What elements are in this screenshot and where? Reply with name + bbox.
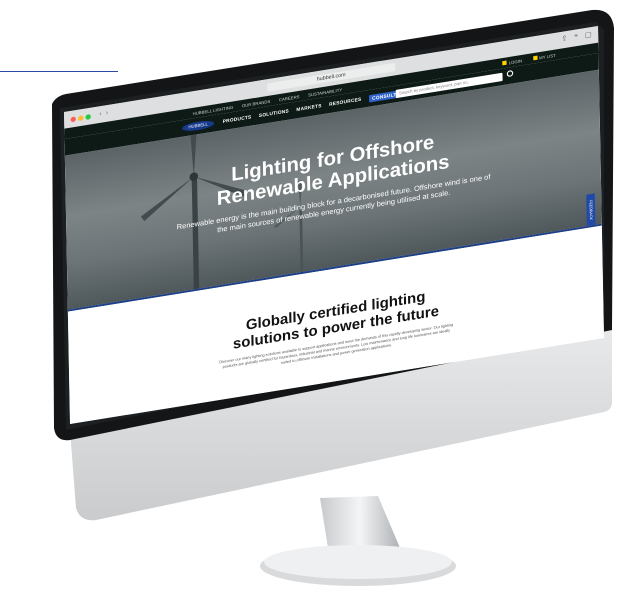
chevron-right-icon[interactable]: › bbox=[106, 110, 108, 117]
maximize-window-button[interactable] bbox=[85, 113, 91, 120]
tabs-overview-icon[interactable]: ▢ bbox=[585, 30, 592, 39]
nav-solutions[interactable]: SOLUTIONS bbox=[259, 108, 289, 120]
nav-products[interactable]: PRODUCTS bbox=[223, 114, 252, 126]
login-link[interactable]: LOGIN bbox=[502, 58, 522, 66]
my-list-label: MY LIST bbox=[539, 52, 556, 60]
logo-text: HUBBELL bbox=[188, 121, 208, 130]
window-controls bbox=[70, 113, 91, 122]
feedback-tab[interactable]: FEEDBACK bbox=[586, 193, 596, 227]
list-icon bbox=[532, 56, 538, 61]
chevron-left-icon[interactable]: ‹ bbox=[99, 111, 101, 118]
user-icon bbox=[502, 60, 507, 66]
new-tab-icon[interactable]: + bbox=[574, 32, 579, 41]
share-icon[interactable]: ⇪ bbox=[561, 34, 567, 43]
nav-resources[interactable]: RESOURCES bbox=[329, 96, 362, 108]
site-logo[interactable]: HUBBELL bbox=[182, 119, 215, 133]
search-icon[interactable] bbox=[506, 69, 514, 78]
minimize-window-button[interactable] bbox=[77, 114, 84, 121]
address-text: hubbell.com bbox=[316, 71, 346, 83]
login-label: LOGIN bbox=[508, 57, 523, 65]
nav-markets[interactable]: MARKETS bbox=[296, 102, 321, 113]
close-window-button[interactable] bbox=[70, 115, 76, 122]
